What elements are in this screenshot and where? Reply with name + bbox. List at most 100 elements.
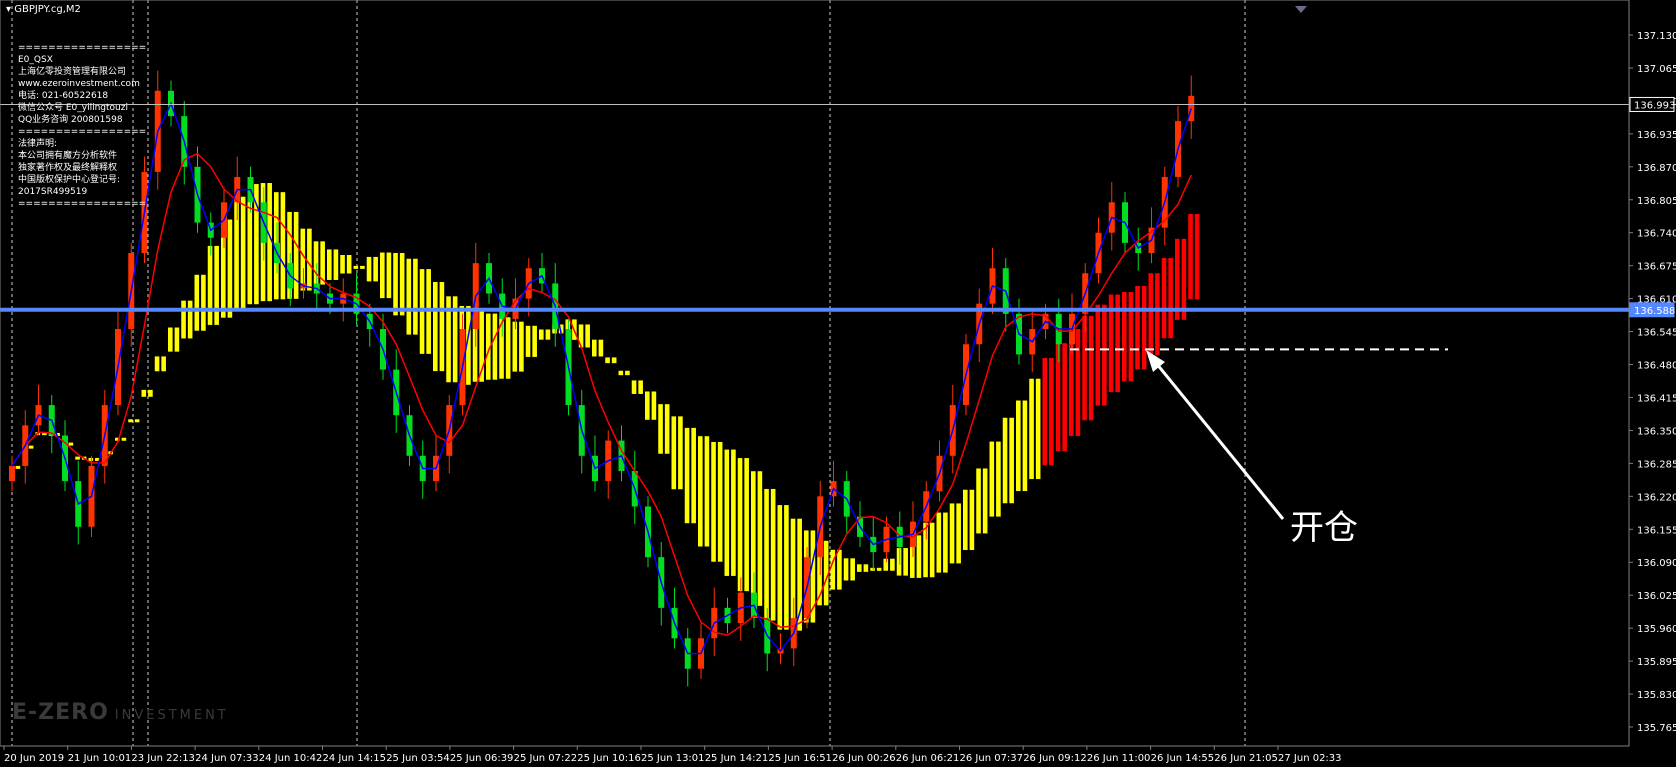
y-tick-label: 136.480 xyxy=(1637,361,1676,372)
cloud-bar xyxy=(989,441,995,517)
cloud-bar xyxy=(141,389,147,397)
cloud-bar xyxy=(1022,400,1028,492)
cloud-bar xyxy=(843,558,849,581)
cloud-bar xyxy=(1135,285,1140,370)
cloud-bar xyxy=(373,256,378,282)
y-tick-label: 136.285 xyxy=(1637,459,1676,470)
info-text-block: ================= E0_QSX 上海亿零投资管理有限公司 www.e… xyxy=(18,42,146,210)
plot-frame xyxy=(0,0,1630,747)
y-tick-label: 136.870 xyxy=(1637,163,1676,174)
y-tick-label: 135.830 xyxy=(1637,690,1676,701)
x-tick-label: 26 Jun 21:05 xyxy=(1214,753,1278,764)
info-line: ================= xyxy=(18,199,147,209)
cloud-bar xyxy=(413,258,418,335)
candles xyxy=(9,70,1195,687)
cloud-bar xyxy=(366,256,372,282)
cloud-bar xyxy=(625,370,630,376)
cloud-bar xyxy=(698,436,703,547)
x-tick-label: 25 Jun 14:21 xyxy=(705,753,769,764)
cloud-bar xyxy=(890,558,895,571)
y-tick-label: 136.155 xyxy=(1637,525,1676,536)
cloud-bar xyxy=(1161,258,1167,339)
cloud-bar xyxy=(1062,343,1067,452)
cloud-bar xyxy=(724,449,730,576)
cloud-bar xyxy=(181,300,186,339)
cloud-bar xyxy=(863,564,869,572)
chart-shift-marker-icon[interactable] xyxy=(1295,6,1307,13)
cloud-bar xyxy=(923,522,928,578)
x-tick-label: 26 Jun 06:21 xyxy=(896,753,960,764)
candle-body xyxy=(9,465,15,482)
cloud-bar xyxy=(916,535,922,578)
x-tick-label: 24 Jun 10:42 xyxy=(259,753,323,764)
cloud-bar xyxy=(903,548,908,576)
cloud-bar xyxy=(1082,315,1087,421)
cloud-bar xyxy=(1075,329,1081,436)
cloud-bar xyxy=(1155,273,1160,356)
cloud-bar xyxy=(399,252,405,316)
x-tick-label: 25 Jun 16:51 xyxy=(768,753,832,764)
cloud-bar xyxy=(671,416,677,490)
info-line: www.ezeroinvestment.com xyxy=(18,79,140,89)
cloud-bar xyxy=(929,522,935,578)
cloud-bar xyxy=(949,503,955,564)
x-tick-label: 23 Jun 22:13 xyxy=(131,753,195,764)
cloud-bar xyxy=(492,313,498,380)
y-tick-label: 136.545 xyxy=(1637,328,1676,339)
cloud-bar xyxy=(433,282,438,372)
cloud-bar xyxy=(1175,238,1180,320)
cloud-bar xyxy=(360,265,365,269)
cloud-bar xyxy=(1188,213,1193,300)
x-tick-label: 25 Jun 10:16 xyxy=(577,753,641,764)
cloud-indicator xyxy=(9,183,1200,631)
cloud-bar xyxy=(512,321,518,372)
cloud-bar xyxy=(1069,329,1074,436)
price-axis: 137.130137.065137.000136.935136.870136.8… xyxy=(1629,31,1676,734)
cloud-bar xyxy=(15,465,21,469)
cloud-bar xyxy=(174,327,180,352)
cloud-bar xyxy=(234,196,239,310)
y-tick-label: 135.895 xyxy=(1637,657,1676,668)
cloud-bar xyxy=(936,512,942,573)
cloud-bar xyxy=(976,468,981,534)
cloud-bar xyxy=(684,427,690,524)
cloud-bar xyxy=(168,327,173,352)
cloud-bar xyxy=(764,488,769,621)
cloud-bar xyxy=(307,228,312,291)
cloud-bar xyxy=(1168,258,1173,339)
cloud-bar xyxy=(1035,378,1041,480)
cloud-bar xyxy=(592,339,597,357)
cloud-bar xyxy=(691,427,696,524)
y-tick-label: 137.065 xyxy=(1637,64,1676,75)
cloud-bar xyxy=(267,183,272,302)
cloud-bar xyxy=(678,416,683,490)
cloud-bar xyxy=(134,419,140,423)
cloud-bar xyxy=(830,549,836,590)
cloud-bar xyxy=(943,512,948,573)
cloud-bar xyxy=(1181,238,1187,320)
cloud-bar xyxy=(1042,357,1048,466)
cloud-bar xyxy=(280,192,286,300)
cloud-bar xyxy=(876,567,882,571)
cloud-bar xyxy=(539,329,544,340)
x-tick-label: 25 Jun 07:22 xyxy=(514,753,578,764)
cloud-bar xyxy=(598,339,604,357)
cloud-bar xyxy=(1055,343,1061,452)
cloud-bar xyxy=(519,321,524,372)
cloud-bar xyxy=(293,211,299,299)
cloud-bar xyxy=(340,255,345,274)
cloud-bar xyxy=(161,356,166,372)
cloud-bar xyxy=(406,258,412,335)
cloud-bar xyxy=(227,219,233,318)
x-tick-label: 26 Jun 07:37 xyxy=(960,753,1024,764)
info-line: 中国版权保护中心登记号: xyxy=(18,175,121,185)
cloud-bar xyxy=(731,449,736,576)
cloud-bar xyxy=(1002,417,1008,504)
cloud-bar xyxy=(996,441,1001,517)
info-line: 电话: 021-60522618 xyxy=(18,91,109,101)
info-line: 本公司拥有魔方分析软件 xyxy=(18,151,118,161)
cloud-bar xyxy=(717,441,723,562)
cloud-bar xyxy=(207,245,213,325)
y-tick-label: 136.805 xyxy=(1637,196,1676,207)
info-line: 上海亿零投资管理有限公司 xyxy=(18,67,127,77)
